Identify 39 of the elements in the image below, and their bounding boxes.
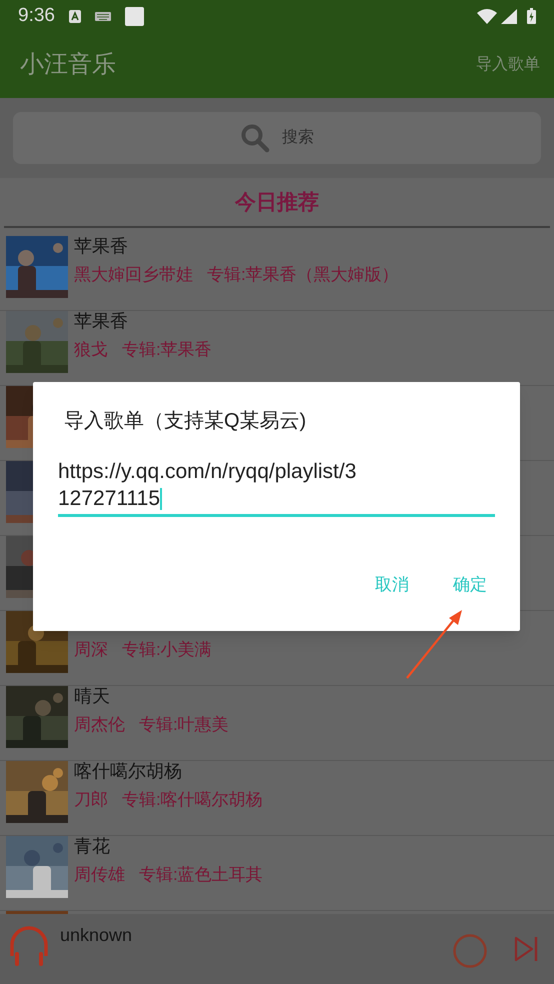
annotation-arrow: [405, 608, 465, 680]
keyboard-icon: [94, 12, 111, 20]
signal-icon: [501, 8, 517, 24]
album-name: 专辑:小美满: [122, 639, 212, 661]
song-title: 苹果香: [74, 310, 129, 333]
artist-name: 周杰伦: [74, 714, 125, 736]
song-title: 苹果香: [74, 235, 129, 258]
battery-icon: [527, 8, 536, 24]
dialog-title: 导入歌单（支持某Q某易云): [64, 409, 308, 434]
headphones-icon: [8, 924, 50, 966]
skip-next-icon: [514, 936, 538, 962]
search-icon: [240, 123, 270, 153]
song-title: 青花: [74, 835, 111, 858]
artist-name: 刀郎: [74, 789, 108, 811]
import-playlist-button[interactable]: 导入歌单: [476, 53, 540, 77]
next-button[interactable]: [514, 936, 538, 962]
artist-name: 周深: [74, 639, 108, 661]
artist-name: 黑大婶回乡带娃: [74, 264, 193, 286]
artist-name: 周传雄: [74, 864, 125, 886]
album-name: 专辑:苹果香: [122, 339, 212, 361]
loading-spinner-icon: [452, 933, 488, 969]
square-icon: [124, 6, 144, 26]
album-name: 专辑:苹果香（黑大婶版）: [207, 264, 399, 286]
song-title: 喀什噶尔胡杨: [74, 760, 183, 783]
section-title: 今日推荐: [235, 190, 319, 216]
cancel-button[interactable]: 取消: [375, 572, 409, 598]
status-time: 9:36: [18, 4, 55, 28]
app-title: 小汪音乐: [20, 50, 116, 80]
track-name: unknown: [60, 924, 132, 947]
album-name: 专辑:叶惠美: [139, 714, 229, 736]
search-field[interactable]: 搜索: [13, 112, 541, 164]
album-name: 专辑:蓝色土耳其: [139, 864, 263, 886]
confirm-button[interactable]: 确定: [453, 572, 487, 598]
wifi-icon: [477, 8, 497, 24]
album-name: 专辑:喀什噶尔胡杨: [122, 789, 263, 811]
song-title: 晴天: [74, 685, 111, 708]
artist-name: 狼戈: [74, 339, 108, 361]
keyboard-a-icon: [68, 10, 81, 22]
url-input-field[interactable]: https://y.qq.com/n/ryqq/playlist/3127271115: [58, 458, 495, 517]
